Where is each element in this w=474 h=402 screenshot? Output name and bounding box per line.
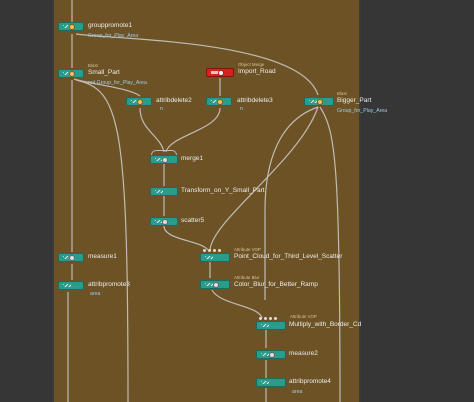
- wire-biggerpart-pointcloud: [209, 106, 319, 251]
- blast-icon: [317, 99, 323, 105]
- node-label: scatter5: [181, 217, 205, 224]
- node-label: merge1: [181, 155, 204, 162]
- node-label: measure1: [88, 253, 117, 260]
- node-measure1[interactable]: [58, 253, 84, 262]
- input-port[interactable]: [213, 249, 216, 252]
- network-editor[interactable]: grouppromote1 Group_for_Play_Area Blast …: [0, 0, 474, 402]
- node-label: attribdelete3: [237, 97, 273, 104]
- node-small-part[interactable]: [58, 69, 84, 78]
- node-merge1[interactable]: [150, 155, 178, 164]
- wire-colorblur-multiply: [211, 289, 263, 319]
- node-param: area: [292, 389, 303, 395]
- node-wires: [67, 0, 341, 402]
- wire-smallpart-rightlong: [75, 79, 129, 402]
- blast-icon: [69, 71, 75, 77]
- node-bigger-part[interactable]: [304, 97, 334, 106]
- attribdelete-icon: [217, 99, 223, 105]
- node-label: measure2: [289, 350, 318, 357]
- object-merge-icon: [218, 70, 224, 76]
- node-attribpromote3[interactable]: [58, 281, 84, 290]
- node-grouppromote1[interactable]: [58, 22, 84, 31]
- node-label: Bigger_Part: [337, 97, 372, 104]
- node-label: Multiply_with_Border_Cd: [289, 321, 362, 328]
- node-label: Small_Part: [88, 69, 120, 76]
- node-attribdelete3[interactable]: [206, 97, 232, 106]
- node-color-blur[interactable]: [200, 280, 230, 289]
- wire-scatter5-pointcloud: [163, 225, 209, 251]
- input-port[interactable]: [264, 317, 267, 320]
- scatter-icon: [162, 219, 168, 225]
- node-label: Transform_on_Y_Small_Part: [181, 187, 265, 194]
- node-param: n: [240, 106, 243, 112]
- node-transform[interactable]: [150, 187, 178, 196]
- node-multiply[interactable]: [256, 321, 286, 330]
- node-attribpromote4[interactable]: [256, 378, 286, 387]
- node-param: n: [160, 106, 163, 112]
- input-port[interactable]: [259, 317, 262, 320]
- input-port[interactable]: [203, 249, 206, 252]
- node-attribdelete2[interactable]: [126, 97, 152, 106]
- node-label: attribpromote3: [88, 281, 130, 288]
- node-label: grouppromote1: [88, 22, 133, 29]
- node-import-road[interactable]: [206, 68, 234, 77]
- input-port[interactable]: [274, 317, 277, 320]
- grouppromote-icon: [69, 24, 75, 30]
- node-label: Color_Blur_for_Better_Ramp: [234, 281, 318, 288]
- input-port[interactable]: [218, 249, 221, 252]
- input-port[interactable]: [208, 249, 211, 252]
- node-scatter5[interactable]: [150, 217, 178, 226]
- node-type-label: Attribute VOP: [290, 314, 317, 319]
- blur-icon: [213, 282, 219, 288]
- measure-icon: [69, 255, 75, 261]
- node-group-param: Group_for_Play_Area: [88, 33, 139, 39]
- node-label: Import_Road: [238, 68, 276, 75]
- node-measure2[interactable]: [256, 350, 286, 359]
- node-group-param: not Group_for_Play_Area: [88, 80, 147, 86]
- measure-icon: [269, 352, 275, 358]
- wire-attribdelete2-merge1: [139, 107, 165, 153]
- wire-attribdelete3-merge1: [165, 107, 221, 153]
- node-label: attribdelete2: [156, 97, 192, 104]
- node-label: attribpromote4: [289, 378, 331, 385]
- node-param: area: [90, 291, 101, 297]
- merge-icon: [162, 157, 168, 163]
- wire-biggerpart-colorblur: [264, 106, 319, 300]
- node-label: Point_Cloud_for_Third_Level_Scatter: [234, 253, 343, 260]
- node-point-cloud[interactable]: [200, 253, 230, 262]
- input-port[interactable]: [269, 317, 272, 320]
- node-group-param: Group_for_Play_Area: [337, 108, 388, 114]
- attribdelete-icon: [137, 99, 143, 105]
